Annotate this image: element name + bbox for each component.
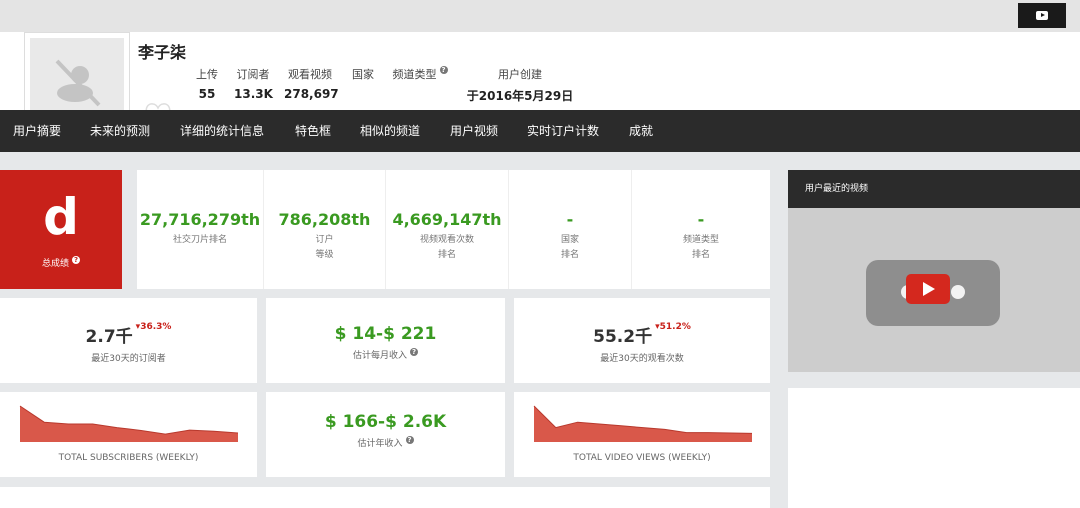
subscribers-30d-label: 最近30天的订阅者: [91, 354, 166, 364]
views-30d-card: 55.2千 ▾51.2% 最近30天的观看次数: [514, 298, 770, 383]
play-button-icon[interactable]: [906, 274, 950, 304]
stat-country: 国家: [352, 68, 374, 81]
views-30d-value: 55.2千: [593, 327, 653, 347]
views-30d-label: 最近30天的观看次数: [600, 354, 684, 364]
ranks-card: 27,716,279th 社交刀片排名 786,208th 订户 等级 4,669…: [137, 170, 770, 289]
nav-detailed-stats[interactable]: 详细的统计信息: [180, 110, 264, 152]
sparkline-area: [534, 406, 752, 442]
views-chart-card: TOTAL VIDEO VIEWS (WEEKLY): [514, 392, 770, 477]
stat-views: 观看视频 278,697: [284, 68, 339, 101]
rank-subscribers: 786,208th 订户 等级: [264, 170, 386, 289]
rank-country: - 国家 排名: [509, 170, 632, 289]
subscribers-30d-card: 2.7千 ▾36.3% 最近30天的订阅者: [0, 298, 257, 383]
nav-achievements[interactable]: 成就: [629, 110, 653, 152]
nav-future-forecast[interactable]: 未来的预测: [90, 110, 150, 152]
help-icon[interactable]: ?: [405, 436, 414, 444]
recent-video-thumbnail[interactable]: [788, 208, 1080, 372]
top-strip: [0, 0, 1080, 32]
sidebar-bottom-card: [788, 388, 1080, 508]
nav-user-summary[interactable]: 用户摘要: [13, 110, 61, 152]
stat-subscribers: 订阅者 13.3K: [234, 68, 273, 101]
subscribers-sparkline: [19, 405, 239, 442]
monthly-earnings-label: 估计每月收入: [352, 351, 407, 361]
video-placeholder: [866, 260, 1000, 326]
nav-live-subscriber-count[interactable]: 实时订户计数: [527, 110, 599, 152]
monthly-earnings-card: $ 14-$ 221 估计每月收入?: [266, 298, 505, 383]
subscribers-chart-card: TOTAL SUBSCRIBERS (WEEKLY): [0, 392, 257, 477]
grade-letter: d: [43, 188, 79, 246]
no-avatar-icon: [55, 59, 101, 107]
yearly-earnings-value: $ 166-$ 2.6K: [324, 412, 447, 432]
help-icon[interactable]: ?: [439, 66, 448, 74]
subscribers-chart-label: TOTAL SUBSCRIBERS (WEEKLY): [58, 453, 199, 463]
subscribers-30d-value: 2.7千: [85, 327, 133, 347]
main-nav: 用户摘要 未来的预测 详细的统计信息 特色框 相似的频道 用户视频 实时订户计数…: [0, 110, 1080, 152]
nav-featured[interactable]: 特色框: [295, 110, 331, 152]
stat-created: 用户创建 于2016年5月29日: [466, 68, 574, 103]
views-sparkline: [533, 405, 753, 442]
views-30d-change: 51.2%: [659, 322, 691, 332]
rank-social-blade: 27,716,279th 社交刀片排名: [137, 170, 264, 289]
views-chart-label: TOTAL VIDEO VIEWS (WEEKLY): [573, 453, 711, 463]
youtube-button[interactable]: [1018, 3, 1066, 28]
grade-label: 总成绩: [41, 259, 69, 269]
overall-grade-card: d 总成绩?: [0, 170, 122, 289]
recent-videos-title: 用户最近的视频: [788, 170, 1080, 208]
rank-channel-type: - 频道类型 排名: [682, 210, 719, 260]
rank-video-views: 4,669,147th 视频观看次数 排名: [386, 170, 509, 289]
monthly-earnings-value: $ 14-$ 221: [334, 324, 437, 344]
nav-user-videos[interactable]: 用户视频: [450, 110, 498, 152]
help-icon[interactable]: ?: [410, 348, 418, 356]
sparkline-area: [20, 406, 238, 442]
stat-uploads: 上传 55: [196, 68, 218, 101]
channel-header: 李子柒 上传 55 订阅者 13.3K 观看视频 278,697 国家 频道类型…: [0, 32, 1080, 134]
help-icon[interactable]: ?: [72, 256, 80, 264]
youtube-icon: [1036, 11, 1048, 20]
yearly-earnings-card: $ 166-$ 2.6K 估计年收入?: [266, 392, 505, 477]
stat-channel-type: 频道类型?: [392, 66, 448, 81]
nav-similar-channels[interactable]: 相似的频道: [360, 110, 420, 152]
bottom-card: [0, 487, 770, 508]
subscribers-30d-change: 36.3%: [140, 322, 172, 332]
channel-name: 李子柒: [138, 43, 187, 62]
yearly-earnings-label: 估计年收入: [357, 439, 403, 449]
